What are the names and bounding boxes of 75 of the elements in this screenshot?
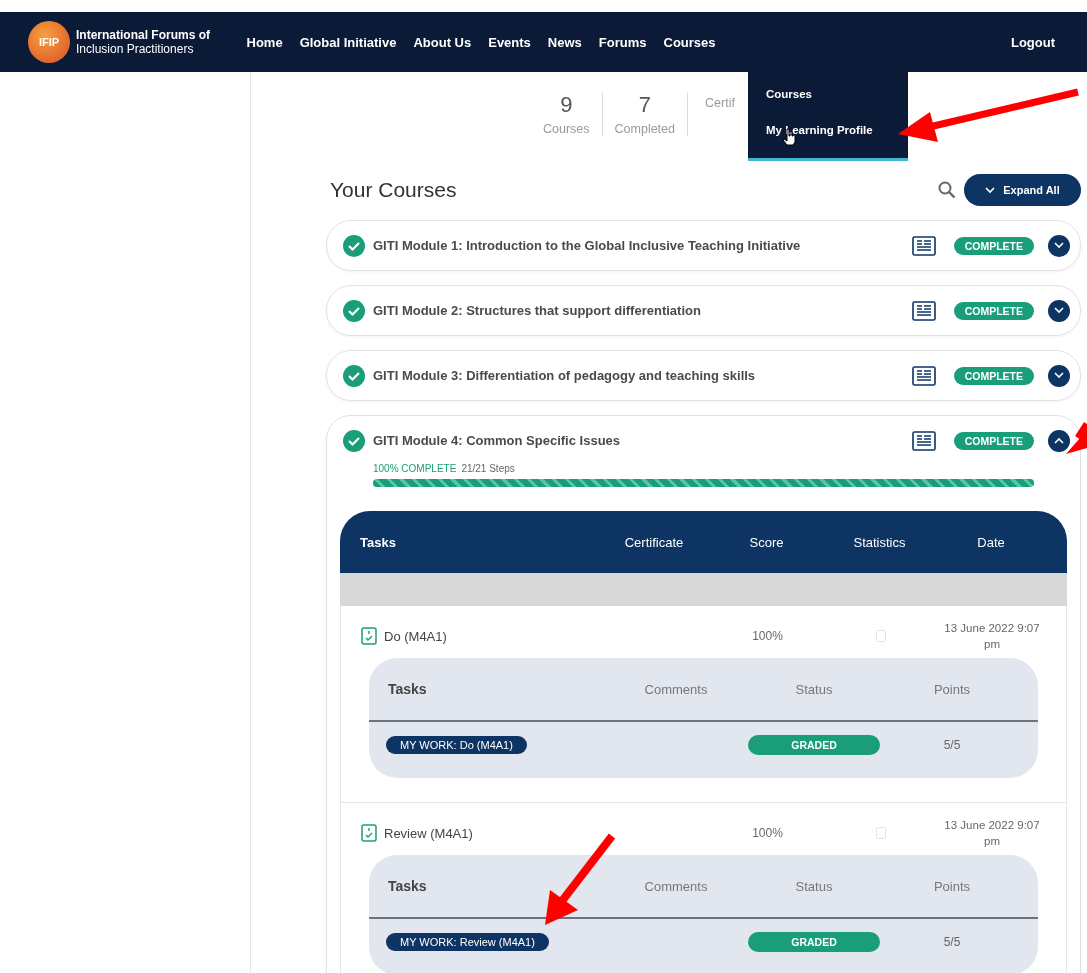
nav-link[interactable]: News bbox=[539, 34, 591, 50]
column-header: Tasks bbox=[359, 534, 397, 550]
check-circle-icon bbox=[343, 299, 365, 322]
certificate-icon[interactable] bbox=[911, 235, 936, 256]
menu-item[interactable]: My Learning Profile bbox=[748, 116, 908, 146]
points-cell-text: 5/5 bbox=[942, 738, 962, 752]
score-cell-text: 100% bbox=[751, 826, 784, 840]
chevron-icon bbox=[1054, 242, 1064, 249]
course-title[interactable]: GITI Module 4: Common Specific Issues bbox=[373, 433, 904, 448]
expand-toggle[interactable] bbox=[1048, 299, 1070, 322]
chevron-icon bbox=[985, 186, 996, 194]
task-icon bbox=[361, 627, 377, 645]
chevron-icon bbox=[1054, 307, 1064, 314]
nav-link[interactable]: Events bbox=[479, 34, 540, 50]
column-header: Tasks bbox=[387, 681, 428, 697]
check-circle-icon bbox=[343, 429, 365, 452]
column-header: Status bbox=[794, 878, 834, 894]
nav-link[interactable]: Courses bbox=[655, 34, 725, 50]
column-header: Points bbox=[932, 681, 972, 697]
column-header: Status bbox=[794, 681, 834, 697]
status-badge: GRADED bbox=[748, 932, 880, 952]
column-header: Date bbox=[976, 534, 1006, 550]
column-header: Tasks bbox=[387, 878, 428, 894]
progress-percent: 100% COMPLETE bbox=[373, 463, 457, 474]
stat-label: Completed bbox=[614, 122, 675, 136]
task-title[interactable]: Review (M4A1) bbox=[384, 825, 473, 841]
date-cell-text: 13 June 2022 9:07 pm bbox=[943, 818, 1041, 849]
status-badge: COMPLETE bbox=[953, 301, 1034, 320]
stat-label: Certif bbox=[705, 96, 735, 110]
certificate-icon[interactable] bbox=[911, 365, 936, 386]
column-header: Certificate bbox=[623, 534, 685, 550]
stat-number: 9 bbox=[560, 92, 573, 118]
status-badge: GRADED bbox=[748, 735, 880, 755]
expand-toggle[interactable] bbox=[1048, 364, 1070, 387]
score-cell-text: 100% bbox=[751, 629, 784, 643]
nav-link[interactable]: Home bbox=[238, 34, 292, 50]
nav-link[interactable]: About Us bbox=[404, 34, 480, 50]
site-name: Inclusion Practitioners bbox=[76, 42, 195, 56]
column-header: Comments bbox=[643, 878, 709, 894]
stat-number: 7 bbox=[638, 92, 651, 118]
task-title[interactable]: Do (M4A1) bbox=[384, 628, 447, 644]
date-cell-text: 13 June 2022 9:07 pm bbox=[943, 621, 1041, 652]
task-icon bbox=[361, 824, 377, 842]
chevron-icon bbox=[1054, 437, 1064, 444]
course-title[interactable]: GITI Module 2: Structures that support differentiation bbox=[373, 303, 904, 318]
points-cell-text: 5/5 bbox=[942, 935, 962, 949]
column-header: Score bbox=[748, 534, 785, 550]
nav-link[interactable]: Global Initiative bbox=[291, 34, 405, 50]
expand-toggle[interactable] bbox=[1048, 234, 1070, 257]
my-work-link[interactable]: MY WORK: Review (M4A1) bbox=[386, 933, 549, 951]
nav-link[interactable]: Forums bbox=[590, 34, 655, 50]
annotation-arrow bbox=[1066, 422, 1087, 454]
column-header: Comments bbox=[643, 681, 709, 697]
my-work-link[interactable]: MY WORK: Do (M4A1) bbox=[386, 736, 527, 754]
status-badge: COMPLETE bbox=[953, 236, 1034, 255]
site-name: International Forums of bbox=[76, 28, 210, 42]
certificate-icon[interactable] bbox=[911, 300, 936, 321]
logout-link[interactable]: Logout bbox=[1010, 34, 1055, 50]
expand-toggle[interactable] bbox=[1048, 429, 1070, 452]
menu-item[interactable]: Courses bbox=[748, 80, 908, 110]
progress-steps: 21/21 Steps bbox=[461, 463, 515, 474]
section-title: Your Courses bbox=[329, 178, 458, 202]
certificate-icon[interactable] bbox=[911, 430, 936, 451]
check-circle-icon bbox=[343, 234, 365, 257]
column-header: Points bbox=[932, 878, 972, 894]
course-title[interactable]: GITI Module 3: Differentiation of pedagogy and teaching skills bbox=[373, 368, 904, 383]
column-header: Statistics bbox=[852, 534, 907, 550]
status-badge: COMPLETE bbox=[953, 366, 1034, 385]
course-title[interactable]: GITI Module 1: Introduction to the Global Inclusive Teaching Initiative bbox=[373, 238, 904, 253]
search-icon[interactable] bbox=[938, 181, 956, 199]
check-circle-icon bbox=[343, 364, 365, 387]
expand-all-button[interactable]: Expand All bbox=[964, 174, 1081, 206]
stat-label: Courses bbox=[543, 122, 590, 136]
status-badge: COMPLETE bbox=[953, 431, 1034, 450]
chevron-icon bbox=[1054, 372, 1064, 379]
